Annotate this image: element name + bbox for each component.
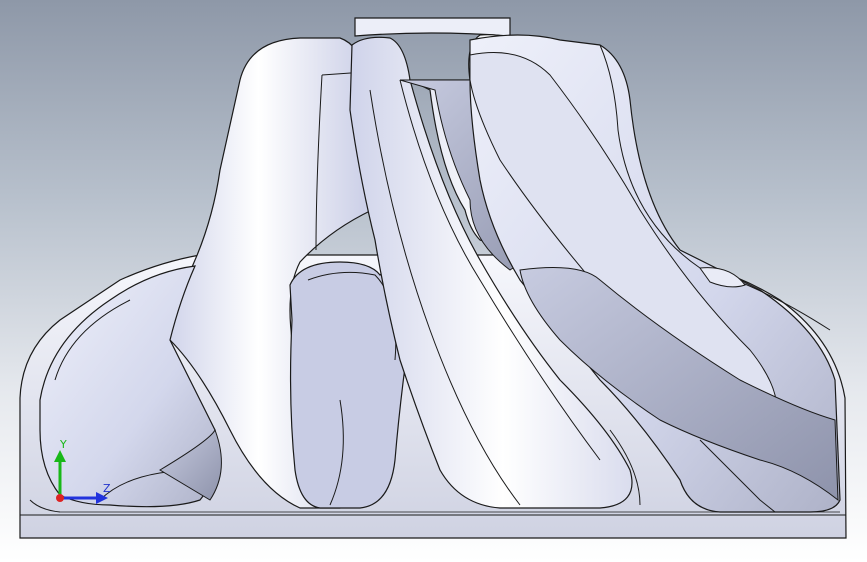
- coordinate-triad: Y Z: [40, 438, 120, 510]
- triad-z-label: Z: [103, 482, 111, 495]
- triad-axes-icon: [54, 450, 108, 504]
- triad-y-label: Y: [60, 438, 67, 451]
- impeller-model[interactable]: [0, 0, 867, 562]
- top-boss: [354, 17, 511, 37]
- graphics-viewport[interactable]: Y Z: [0, 0, 867, 562]
